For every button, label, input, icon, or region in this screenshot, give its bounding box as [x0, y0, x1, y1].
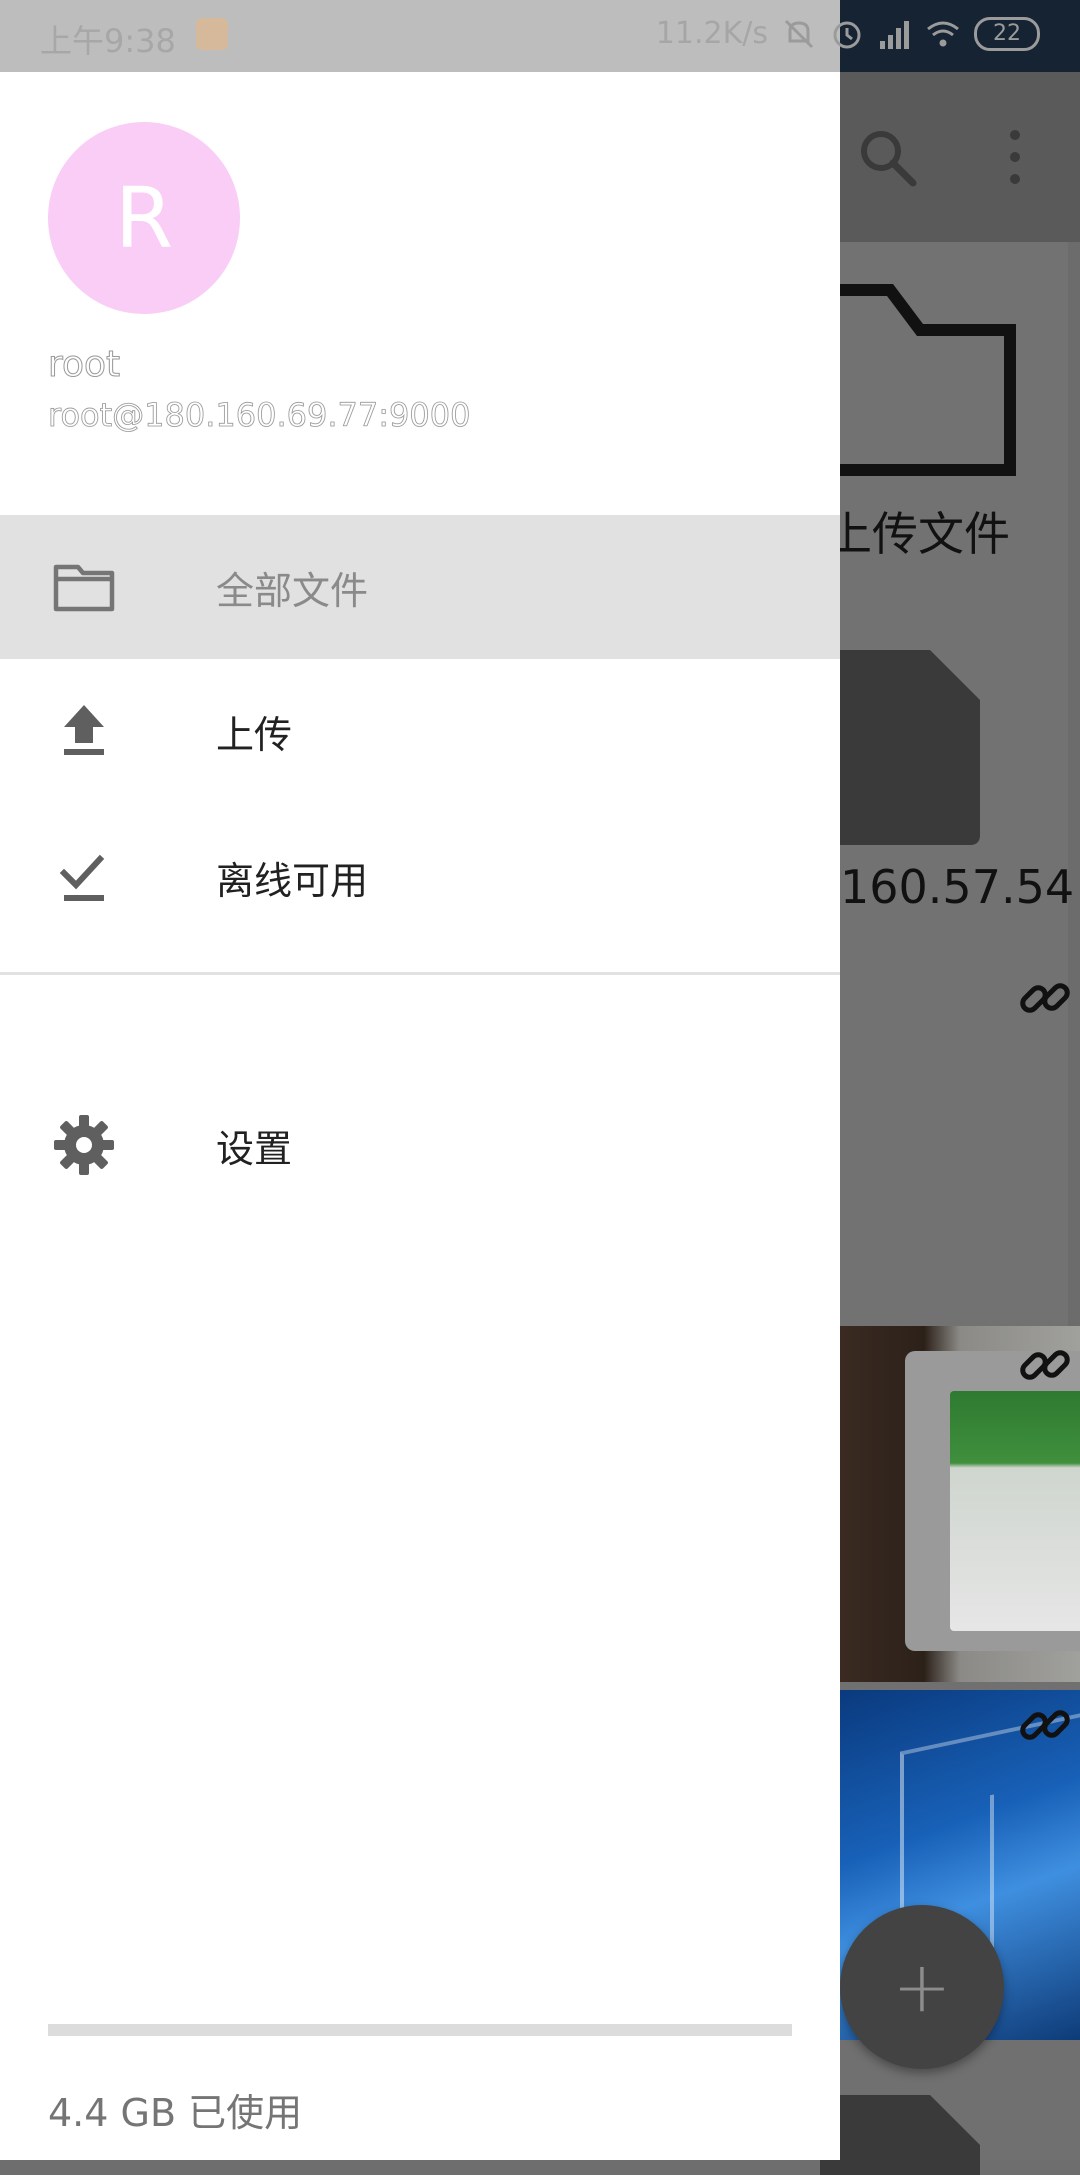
storage-progress-bar [48, 2024, 792, 2036]
link-icon[interactable] [1015, 1335, 1075, 1395]
wallpaper-beam [990, 1764, 1080, 1976]
hard-drive-label-shape [950, 1391, 1080, 1631]
menu-item-label: 离线可用 [216, 858, 369, 903]
wifi-icon [927, 21, 959, 46]
menu-item-label: 设置 [216, 1126, 293, 1171]
notification-icon [196, 18, 228, 50]
upload-icon [64, 705, 104, 755]
mute-icon [784, 19, 814, 48]
menu-item-upload[interactable]: 上传 [0, 659, 840, 803]
battery-indicator: 22 [974, 16, 1040, 51]
network-speed: 11.2K/s [655, 16, 768, 51]
avatar[interactable]: R [48, 122, 240, 314]
menu-item-offline-available[interactable]: 离线可用 [0, 805, 840, 949]
signal-icon [880, 20, 909, 49]
server-item-label[interactable]: 160.57.54 [840, 860, 1074, 914]
storage-used-text: 4.4 GB 已使用 [48, 2091, 303, 2135]
menu-item-all-files[interactable]: 全部文件 [0, 515, 840, 659]
folder-icon [53, 564, 115, 612]
file-icon[interactable] [820, 650, 980, 845]
alarm-icon [833, 21, 861, 48]
gear-icon [54, 1115, 114, 1175]
link-icon[interactable] [1015, 1695, 1075, 1755]
status-bar: 上午9:38 11.2K/s 22 [0, 0, 1080, 72]
menu-divider [0, 972, 840, 975]
status-right-group: 11.2K/s 22 [656, 16, 1040, 51]
more-options-icon[interactable] [1000, 125, 1030, 189]
file-icon[interactable] [820, 2095, 980, 2175]
user-name: root [47, 344, 121, 386]
menu-item-settings[interactable]: 设置 [0, 1073, 840, 1217]
user-account: root@180.160.69.77:9000 [48, 396, 471, 435]
link-icon[interactable] [1015, 968, 1075, 1028]
status-time: 上午9:38 [40, 22, 176, 60]
menu-item-label: 全部文件 [216, 568, 369, 613]
menu-item-label: 上传 [216, 712, 293, 757]
upload-folder-label[interactable]: 上传文件 [826, 498, 1010, 564]
add-fab-button[interactable]: + [840, 1905, 1004, 2069]
offline-check-icon [59, 854, 105, 901]
search-icon[interactable] [855, 125, 919, 189]
navigation-drawer: R root root@180.160.69.77:9000 全部文件 上传 离… [0, 72, 840, 2160]
